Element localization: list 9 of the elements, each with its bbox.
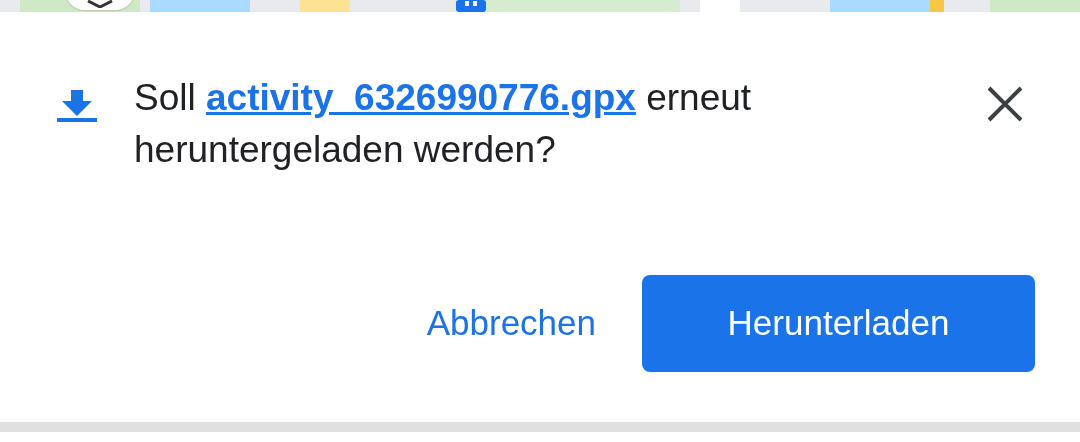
download-icon <box>55 90 99 122</box>
dialog-message: Soll activity_6326990776.gpx erneut heruntergeladen werden? <box>134 76 753 172</box>
cancel-button[interactable]: Abbrechen <box>424 293 598 354</box>
close-button[interactable] <box>985 84 1025 124</box>
close-icon <box>987 86 1023 122</box>
transit-icon <box>456 0 486 12</box>
download-button[interactable]: Herunterladen <box>642 275 1035 372</box>
layers-icon <box>85 0 115 8</box>
file-link[interactable]: activity_6326990776.gpx <box>206 77 636 118</box>
